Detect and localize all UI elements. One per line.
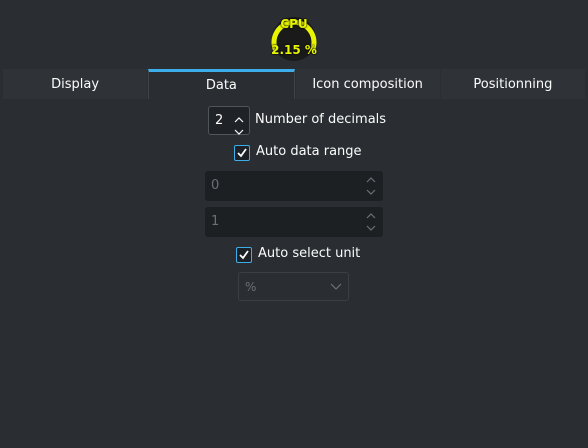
tab-icon-composition[interactable]: Icon composition — [295, 69, 440, 99]
chevron-down-icon[interactable] — [233, 122, 245, 135]
range-min-field[interactable]: 0 — [205, 171, 383, 201]
tab-display[interactable]: Display — [3, 69, 148, 99]
chevron-down-icon[interactable] — [365, 187, 377, 197]
settings-page: CPU 2.15 % Display Data Icon composition… — [0, 0, 588, 448]
gauge-value: 2.15 % — [271, 43, 317, 57]
auto-select-unit-label: Auto select unit — [258, 246, 361, 261]
decimals-label: Number of decimals — [255, 112, 387, 127]
auto-data-range-checkbox[interactable] — [234, 145, 250, 161]
decimals-spinbox[interactable]: 2 — [208, 106, 250, 135]
chevron-up-icon[interactable] — [233, 110, 245, 123]
cpu-gauge-widget: CPU 2.15 % — [265, 16, 323, 62]
checkmark-icon — [237, 148, 247, 158]
range-max-field[interactable]: 1 — [205, 207, 383, 237]
tab-positionning[interactable]: Positionning — [440, 69, 585, 99]
tab-data[interactable]: Data — [148, 69, 295, 99]
tab-bar: Display Data Icon composition Positionni… — [3, 69, 585, 99]
chevron-down-icon[interactable] — [365, 223, 377, 233]
checkmark-icon — [239, 250, 249, 260]
auto-select-unit-checkbox[interactable] — [236, 247, 252, 263]
decimals-value[interactable]: 2 — [215, 113, 223, 128]
unit-selected-value: % — [245, 280, 257, 294]
auto-data-range-label: Auto data range — [256, 144, 362, 159]
chevron-up-icon[interactable] — [365, 211, 377, 221]
unit-select[interactable]: % — [238, 272, 349, 301]
chevron-down-icon[interactable] — [330, 282, 342, 292]
gauge-title: CPU — [280, 17, 308, 31]
range-max-value: 1 — [211, 214, 220, 229]
range-min-value: 0 — [211, 178, 220, 193]
chevron-up-icon[interactable] — [365, 175, 377, 185]
